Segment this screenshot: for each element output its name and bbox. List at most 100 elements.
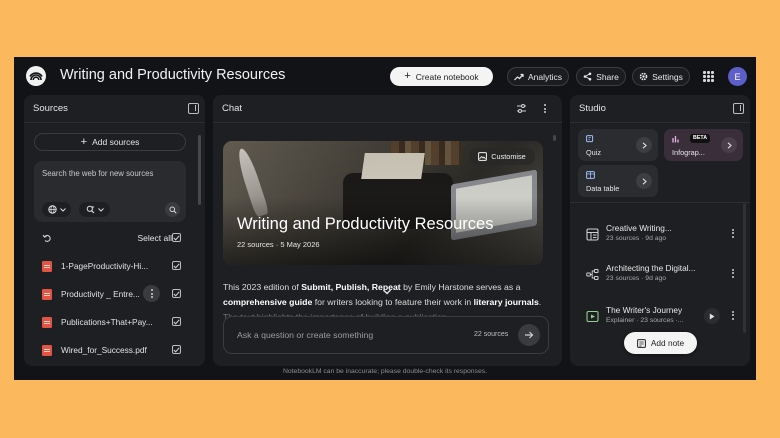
quiz-label: Quiz <box>586 148 602 157</box>
summary-bold: literary journals <box>473 297 539 307</box>
data-table-label: Data table <box>586 184 620 193</box>
pdf-icon <box>42 345 52 356</box>
gear-icon <box>639 72 648 81</box>
studio-scrollbar[interactable] <box>743 203 746 333</box>
share-button[interactable]: Share <box>576 67 626 86</box>
source-more-button[interactable] <box>143 285 160 302</box>
create-notebook-label: Create notebook <box>415 71 479 82</box>
source-item[interactable]: Productivity _ Entre... <box>34 285 186 303</box>
studio-note[interactable]: The Writer's Journey Explainer · 23 sour… <box>580 301 734 333</box>
source-checkbox[interactable] <box>172 345 181 354</box>
add-sources-label: Add sources <box>92 137 140 147</box>
settings-button[interactable]: Settings <box>632 67 690 86</box>
collapse-panel-icon[interactable] <box>733 103 744 114</box>
check-icon <box>173 290 180 297</box>
infographic-icon <box>672 136 679 143</box>
add-sources-button[interactable]: + Add sources <box>34 133 186 151</box>
arrow-right-icon <box>525 331 534 339</box>
source-checkbox[interactable] <box>172 261 181 270</box>
quiz-icon <box>586 135 594 143</box>
beta-badge: BETA <box>690 134 711 143</box>
notebooklm-logo-icon[interactable] <box>26 66 46 86</box>
summary-bold: comprehensive guide <box>223 297 313 307</box>
studio-note[interactable]: Creative Writing... 23 sources · 9d ago <box>580 219 734 251</box>
studio-title: Studio <box>579 103 606 114</box>
data-table-open-button[interactable] <box>636 173 652 189</box>
sources-scrollbar[interactable] <box>198 135 201 205</box>
more-vert-icon[interactable] <box>729 227 737 239</box>
add-note-button[interactable]: Add note <box>624 332 697 354</box>
tune-icon[interactable] <box>516 103 527 114</box>
more-vert-icon[interactable] <box>729 309 737 321</box>
source-label: 1-PageProductivity-Hi... <box>61 261 149 271</box>
source-item[interactable]: Wired_for_Success.pdf <box>34 341 186 359</box>
chevron-down-icon <box>97 207 104 212</box>
chat-panel: Chat Customise Writing and Productivity … <box>213 95 562 366</box>
note-meta: Explainer · 23 sources ·... <box>606 317 684 324</box>
quiz-open-button[interactable] <box>636 137 652 153</box>
more-vert-icon <box>143 285 160 302</box>
infographic-tile[interactable]: BETA Infograp... <box>664 129 743 161</box>
source-checkbox[interactable] <box>172 317 181 326</box>
sources-panel: Sources + Add sources Search the web for… <box>24 95 205 366</box>
chat-scrollbar[interactable] <box>553 135 556 141</box>
research-mode-dropdown[interactable] <box>79 202 110 217</box>
analytics-label: Analytics <box>527 71 562 82</box>
note-title: Creative Writing... <box>606 223 672 233</box>
mindmap-icon <box>586 269 599 280</box>
infographic-open-button[interactable] <box>721 137 737 153</box>
infographic-label: Infograp... <box>672 148 705 157</box>
search-input[interactable]: Search the web for new sources <box>42 169 153 178</box>
more-vert-icon[interactable] <box>729 267 737 279</box>
check-icon <box>173 262 180 269</box>
send-button[interactable] <box>518 324 540 346</box>
source-item[interactable]: Publications+That+Pay... <box>34 313 186 331</box>
apps-grid-icon[interactable] <box>703 71 714 82</box>
select-all-label: Select all <box>137 233 173 243</box>
collapse-panel-icon[interactable] <box>188 103 199 114</box>
play-icon <box>709 313 715 319</box>
chevron-right-icon <box>642 141 647 149</box>
web-search-box[interactable]: Search the web for new sources <box>34 161 186 222</box>
chevron-right-icon <box>642 177 647 185</box>
app-window: Writing and Productivity Resources + Cre… <box>14 57 756 380</box>
studio-panel: Studio Quiz BETA Infograp... Data table <box>570 95 750 366</box>
search-submit-button[interactable] <box>165 202 180 217</box>
pdf-icon <box>42 317 52 328</box>
sources-header: Sources <box>24 95 205 123</box>
data-table-tile[interactable]: Data table <box>578 165 658 197</box>
avatar[interactable]: E <box>728 67 747 86</box>
image-edit-icon <box>478 152 488 161</box>
play-button[interactable] <box>704 308 720 324</box>
notebook-title[interactable]: Writing and Productivity Resources <box>60 67 285 83</box>
plus-icon: + <box>404 70 411 82</box>
plus-icon: + <box>80 136 88 148</box>
undo-icon[interactable] <box>42 233 52 243</box>
chat-input[interactable]: Ask a question or create something <box>237 330 373 340</box>
notebook-hero-card: Customise Writing and Productivity Resou… <box>223 141 543 265</box>
trending-up-icon <box>514 73 524 80</box>
create-notebook-button[interactable]: + Create notebook <box>390 67 493 86</box>
check-icon <box>173 234 180 241</box>
note-meta: 23 sources · 9d ago <box>606 235 667 242</box>
chat-title: Chat <box>222 103 243 114</box>
chat-input-box[interactable]: Ask a question or create something 22 so… <box>223 316 549 354</box>
check-icon <box>173 346 180 353</box>
search-icon <box>169 206 177 214</box>
select-all-checkbox[interactable] <box>172 233 181 242</box>
hero-meta: 22 sources · 5 May 2026 <box>237 240 320 249</box>
pdf-icon <box>42 289 52 300</box>
studio-note[interactable]: Architecting the Digital... 23 sources ·… <box>580 259 734 291</box>
customise-button[interactable]: Customise <box>469 148 535 165</box>
scroll-down-chevron-icon[interactable] <box>381 286 393 298</box>
quiz-tile[interactable]: Quiz <box>578 129 658 161</box>
customise-label: Customise <box>491 152 526 161</box>
source-item[interactable]: 1-PageProductivity-Hi... <box>34 257 186 275</box>
source-checkbox[interactable] <box>172 289 181 298</box>
web-source-dropdown[interactable] <box>42 202 71 217</box>
note-meta: 23 sources · 9d ago <box>606 275 667 282</box>
analytics-button[interactable]: Analytics <box>507 67 569 86</box>
sparkle-search-icon <box>86 205 94 214</box>
more-vert-icon[interactable] <box>539 103 550 114</box>
studio-header: Studio <box>570 95 750 123</box>
